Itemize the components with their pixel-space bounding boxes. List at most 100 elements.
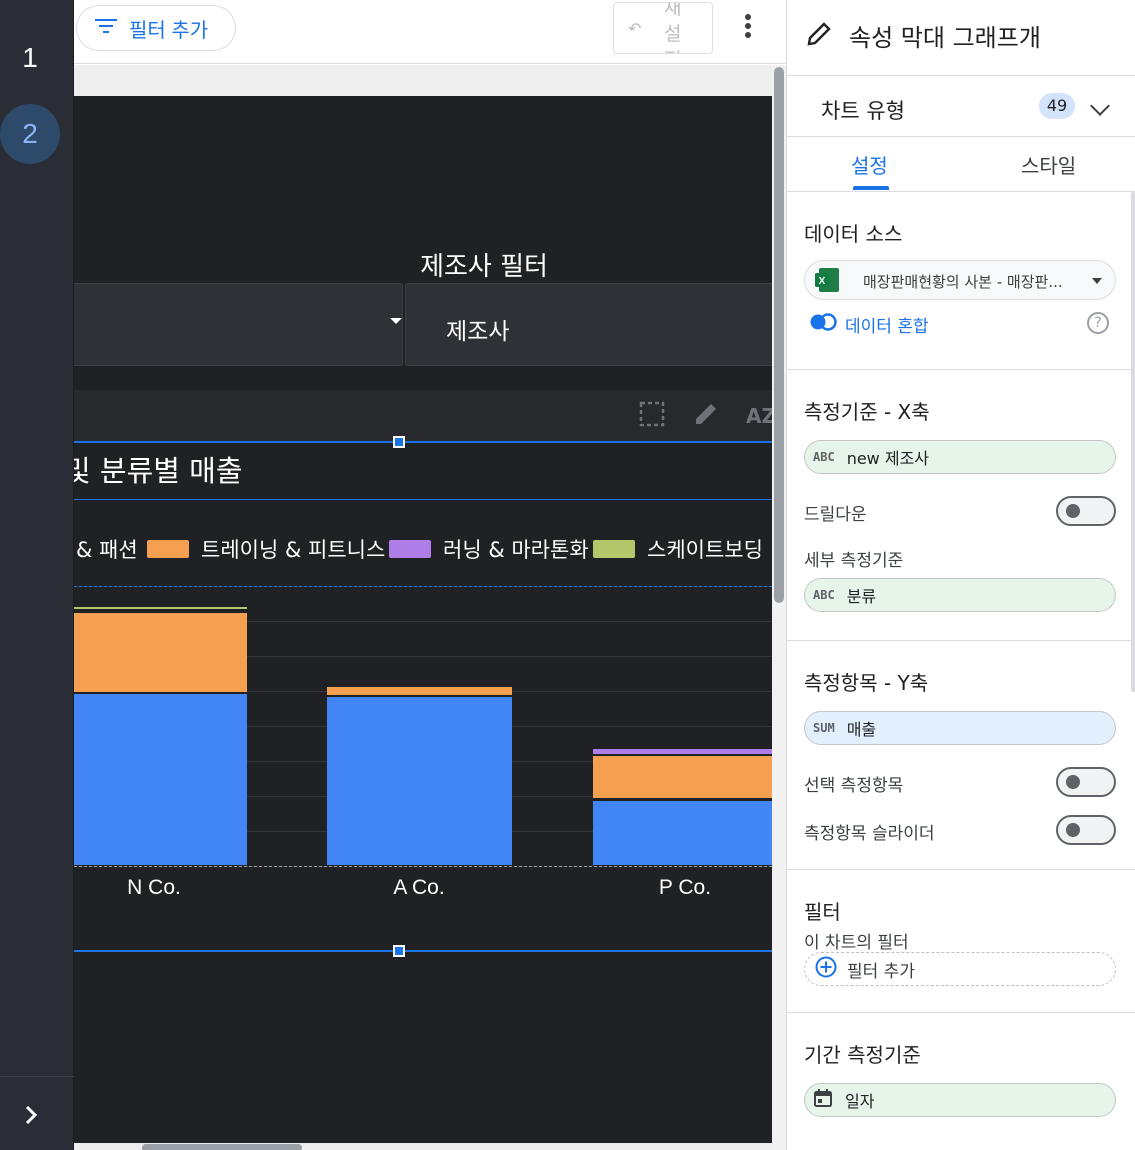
date-range-section: 기간 측정기준 일자 [787, 1013, 1135, 1150]
sheets-icon: X [813, 266, 841, 294]
legend-swatch [593, 540, 635, 558]
panel-header: 속성 막대 그래프개 [787, 0, 1135, 76]
panel-title[interactable]: 속성 막대 그래프개 [849, 18, 1041, 53]
add-filter-label: 필터 추가 [129, 19, 209, 42]
legend-item-skateboarding: 스케이트보딩 [593, 534, 763, 564]
filter-icon [95, 17, 117, 40]
filter-title: 제조사 필터 [420, 252, 548, 282]
dimension-field-name: new 제조사 [846, 449, 930, 468]
help-icon[interactable]: ? [1087, 312, 1109, 334]
canvas-horizontal-scrollbar[interactable] [142, 1144, 302, 1150]
filter-title: 필터 [804, 900, 841, 924]
legend-label: 러닝 & 마라톤화 [443, 538, 589, 562]
bar-segment[interactable] [74, 610, 247, 612]
manufacturer-filter-label: 제조사 [446, 319, 510, 345]
blend-label: 데이터 혼합 [845, 317, 929, 337]
bar-segment[interactable] [592, 755, 778, 799]
tab-style[interactable]: 스타일 [1021, 150, 1076, 179]
bar-segment[interactable] [592, 799, 778, 865]
calendar-icon [813, 1088, 833, 1112]
optional-metrics-label: 선택 측정항목 [804, 776, 904, 796]
x-axis-tick-label: A Co. [393, 876, 445, 899]
panel-tabs: 설정 스타일 [787, 138, 1135, 192]
bar-segment[interactable] [326, 686, 512, 695]
report-canvas: 제조사 필터 제조사 AZ 및 분류별 매출 & 패션 트레이닝 & 피트니스 [74, 65, 786, 1150]
report-page: 제조사 필터 제조사 AZ 및 분류별 매출 & 패션 트레이닝 & 피트니스 [74, 96, 786, 1143]
dimension-field-chip[interactable]: ABC new 제조사 [804, 440, 1116, 474]
breakdown-field-chip[interactable]: ABC 분류 [804, 578, 1116, 612]
reset-button[interactable]: ↶ 재설정 [613, 2, 713, 54]
plot-baseline [74, 866, 772, 867]
data-source-selector[interactable]: X 매장판매현황의 사본 - 매장판... [804, 260, 1116, 300]
reset-label: 재설정 [664, 2, 682, 53]
metric-slider-toggle[interactable] [1056, 815, 1116, 845]
active-tab-indicator [853, 186, 889, 190]
data-source-name: 매장판매현황의 사본 - 매장판... [863, 273, 1063, 291]
x-axis-tick-label: N Co. [127, 876, 181, 899]
date-range-title: 기간 측정기준 [804, 1043, 921, 1067]
date-range-field-chip[interactable]: 일자 [804, 1083, 1116, 1117]
add-filter-button[interactable]: 필터 추가 [76, 5, 236, 51]
title-border [74, 499, 772, 500]
chart-header-bar: AZ [74, 390, 776, 442]
page-1-tab[interactable]: 1 [0, 42, 60, 74]
legend-label: 스케이트보딩 [647, 538, 763, 562]
filter-dropdown[interactable] [74, 283, 403, 366]
select-area-icon[interactable] [638, 400, 666, 435]
breakdown-label: 세부 측정기준 [804, 551, 904, 571]
drilldown-toggle[interactable] [1056, 496, 1116, 526]
optional-metrics-toggle[interactable] [1056, 767, 1116, 797]
properties-panel: 속성 막대 그래프개 차트 유형 49 설정 스타일 데이터 소스 X 매장판매… [786, 0, 1135, 1150]
tab-setup[interactable]: 설정 [851, 150, 888, 179]
breakdown-field-name: 분류 [846, 587, 877, 606]
pencil-icon [805, 20, 833, 48]
selection-border-bottom [74, 950, 772, 952]
bar-segment[interactable] [74, 605, 247, 610]
more-options-icon[interactable] [738, 12, 758, 46]
rail-divider [0, 1076, 74, 1077]
page-2-tab[interactable]: 2 [0, 104, 60, 164]
chevron-right-icon[interactable] [16, 1100, 46, 1130]
chart-legend: & 패션 트레이닝 & 피트니스 러닝 & 마라톤화 스케이트보딩 [74, 534, 772, 564]
edit-icon[interactable] [692, 400, 720, 435]
drilldown-label: 드릴다운 [804, 505, 867, 525]
legend-item-fashion: & 패션 [76, 534, 138, 564]
metric-field-name: 매출 [846, 720, 877, 739]
data-source-section: 데이터 소스 X 매장판매현황의 사본 - 매장판... 데이터 혼합 ? [787, 192, 1135, 370]
bar-segment[interactable] [74, 693, 247, 865]
bar-segment[interactable] [74, 611, 247, 693]
text-type-icon: ABC [813, 588, 835, 602]
legend-item-training: 트레이닝 & 피트니스 [147, 534, 385, 564]
metric-title: 측정항목 - Y축 [804, 671, 929, 695]
bar-segment[interactable] [326, 695, 512, 865]
chevron-down-icon [1090, 96, 1110, 116]
x-axis-tick-label: P Co. [658, 876, 712, 899]
caret-down-icon [1092, 278, 1102, 284]
page-rail: 1 2 [0, 0, 74, 1150]
metric-section: 측정항목 - Y축 SUM 매출 선택 측정항목 측정항목 슬라이더 [787, 641, 1135, 870]
svg-text:X: X [819, 276, 826, 287]
date-range-field-name: 일자 [845, 1092, 875, 1111]
canvas-vertical-scrollbar[interactable] [772, 65, 786, 1150]
selection-border-top [74, 441, 772, 443]
filter-section: 필터 이 차트의 필터 필터 추가 [787, 870, 1135, 1013]
legend-label: & 패션 [76, 538, 138, 562]
dimension-section: 측정기준 - X축 ABC new 제조사 드릴다운 세부 측정기준 ABC 분… [787, 370, 1135, 641]
manufacturer-filter-dropdown[interactable]: 제조사 [405, 283, 786, 366]
aggregation-type-icon: SUM [813, 721, 835, 735]
add-circle-icon [815, 956, 837, 983]
chart-type-badge: 49 [1039, 93, 1075, 119]
bar-segment[interactable] [592, 748, 778, 755]
legend-item-running: 러닝 & 마라톤화 [389, 534, 589, 564]
blend-data-link[interactable]: 데이터 혼합 [809, 312, 929, 337]
chart-title: 및 분류별 매출 [74, 454, 243, 488]
metric-field-chip[interactable]: SUM 매출 [804, 711, 1116, 745]
chart-type-selector[interactable]: 차트 유형 49 [787, 77, 1135, 137]
undo-icon: ↶ [628, 19, 642, 38]
legend-swatch [389, 540, 431, 558]
report-toolbar: 필터 추가 ↶ 재설정 [74, 0, 786, 64]
legend-label: 트레이닝 & 피트니스 [201, 538, 386, 562]
add-chart-filter-button[interactable]: 필터 추가 [804, 952, 1116, 986]
resize-handle-bottom[interactable] [393, 945, 405, 957]
resize-handle-top[interactable] [393, 436, 405, 448]
